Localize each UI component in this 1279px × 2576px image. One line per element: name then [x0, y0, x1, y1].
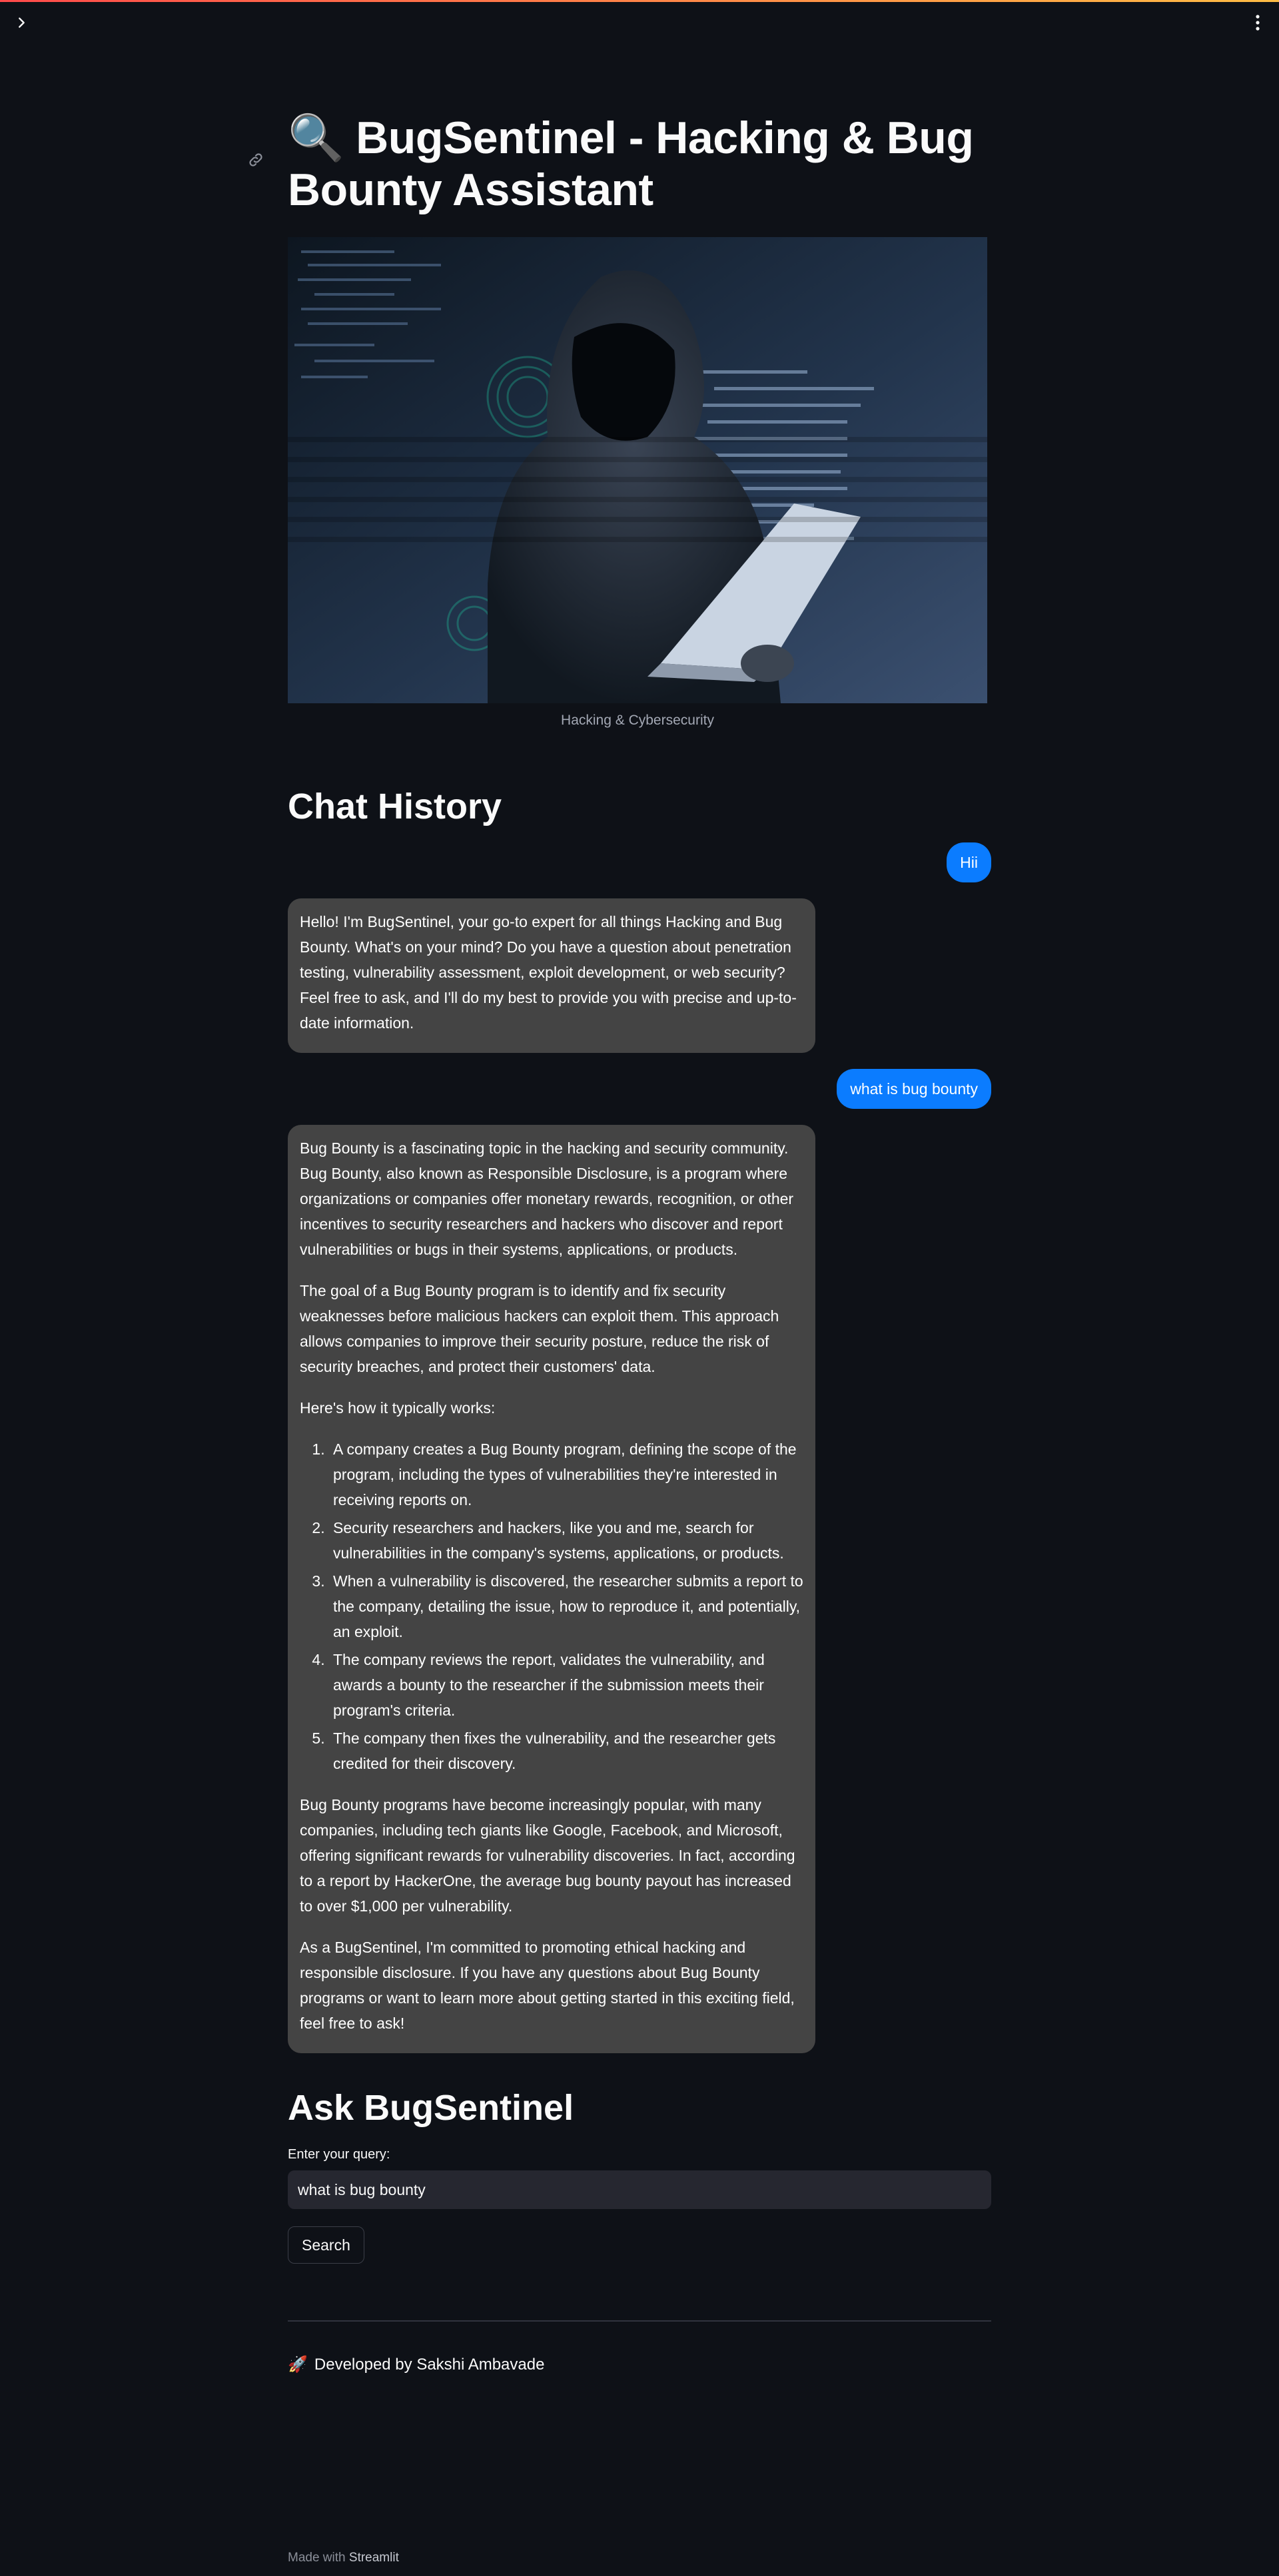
list-item: When a vulnerability is discovered, the …	[329, 1568, 803, 1644]
link-icon[interactable]	[241, 145, 270, 174]
main-menu-icon[interactable]	[1244, 9, 1271, 36]
page-title: 🔍 BugSentinel - Hacking & Bug Bounty Assi…	[288, 112, 991, 216]
user-message-row: Hii	[288, 842, 991, 882]
list-item: The company then fixes the vulnerability…	[329, 1726, 803, 1776]
image-caption: Hacking & Cybersecurity	[561, 713, 714, 728]
user-message-row: what is bug bounty	[288, 1069, 991, 1109]
chevron-right-icon	[19, 17, 25, 28]
kebab-menu-icon	[1256, 15, 1260, 31]
sidebar-toggle-icon[interactable]	[8, 9, 35, 36]
made-with-footer: Made with Streamlit	[288, 2551, 399, 2565]
assistant-message-row: Bug Bounty is a fascinating topic in the…	[288, 1125, 991, 2053]
assistant-message-row: Hello! I'm BugSentinel, your go-to exper…	[288, 898, 991, 1053]
developer-credit: 🚀 Developed by Sakshi Ambavade	[288, 2355, 544, 2374]
assistant-paragraph: Bug Bounty is a fascinating topic in the…	[300, 1139, 794, 1258]
rocket-icon: 🚀	[288, 2356, 308, 2374]
chat-history: Hii Hello! I'm BugSentinel, your go-to e…	[288, 842, 991, 2069]
steps-list: A company creates a Bug Bounty program, …	[300, 1437, 803, 1776]
assistant-paragraph: Here's how it typically works:	[300, 1399, 496, 1417]
assistant-message: Bug Bounty is a fascinating topic in the…	[288, 1125, 815, 2053]
assistant-paragraph: The goal of a Bug Bounty program is to i…	[300, 1282, 779, 1375]
assistant-message: Hello! I'm BugSentinel, your go-to exper…	[288, 898, 815, 1053]
title-block: 🔍 BugSentinel - Hacking & Bug Bounty Assi…	[249, 112, 991, 216]
chat-history-heading: Chat History	[288, 787, 502, 826]
assistant-paragraph: Hello! I'm BugSentinel, your go-to exper…	[300, 913, 797, 1032]
top-decoration-stripe	[0, 0, 1279, 2]
query-input[interactable]	[288, 2170, 991, 2209]
assistant-paragraph: As a BugSentinel, I'm committed to promo…	[300, 1939, 795, 2032]
magnifier-icon: 🔍	[288, 113, 344, 163]
user-message: Hii	[947, 842, 991, 882]
list-item: The company reviews the report, validate…	[329, 1647, 803, 1723]
developer-credit-text: Developed by Sakshi Ambavade	[314, 2356, 545, 2374]
hero-image	[288, 237, 987, 703]
ask-heading: Ask BugSentinel	[288, 2088, 574, 2128]
divider	[288, 2320, 991, 2322]
search-button[interactable]: Search	[288, 2226, 364, 2264]
user-message: what is bug bounty	[837, 1069, 991, 1109]
list-item: A company creates a Bug Bounty program, …	[329, 1437, 803, 1512]
list-item: Security researchers and hackers, like y…	[329, 1515, 803, 1566]
made-with-prefix: Made with	[288, 2551, 346, 2565]
ask-section: Ask BugSentinel Enter your query: Search	[288, 2085, 991, 2264]
assistant-paragraph: Bug Bounty programs have become increasi…	[300, 1796, 795, 1915]
query-label: Enter your query:	[288, 2147, 390, 2162]
streamlit-link[interactable]: Streamlit	[349, 2551, 399, 2565]
page-title-text: BugSentinel - Hacking & Bug Bounty Assis…	[288, 113, 974, 215]
